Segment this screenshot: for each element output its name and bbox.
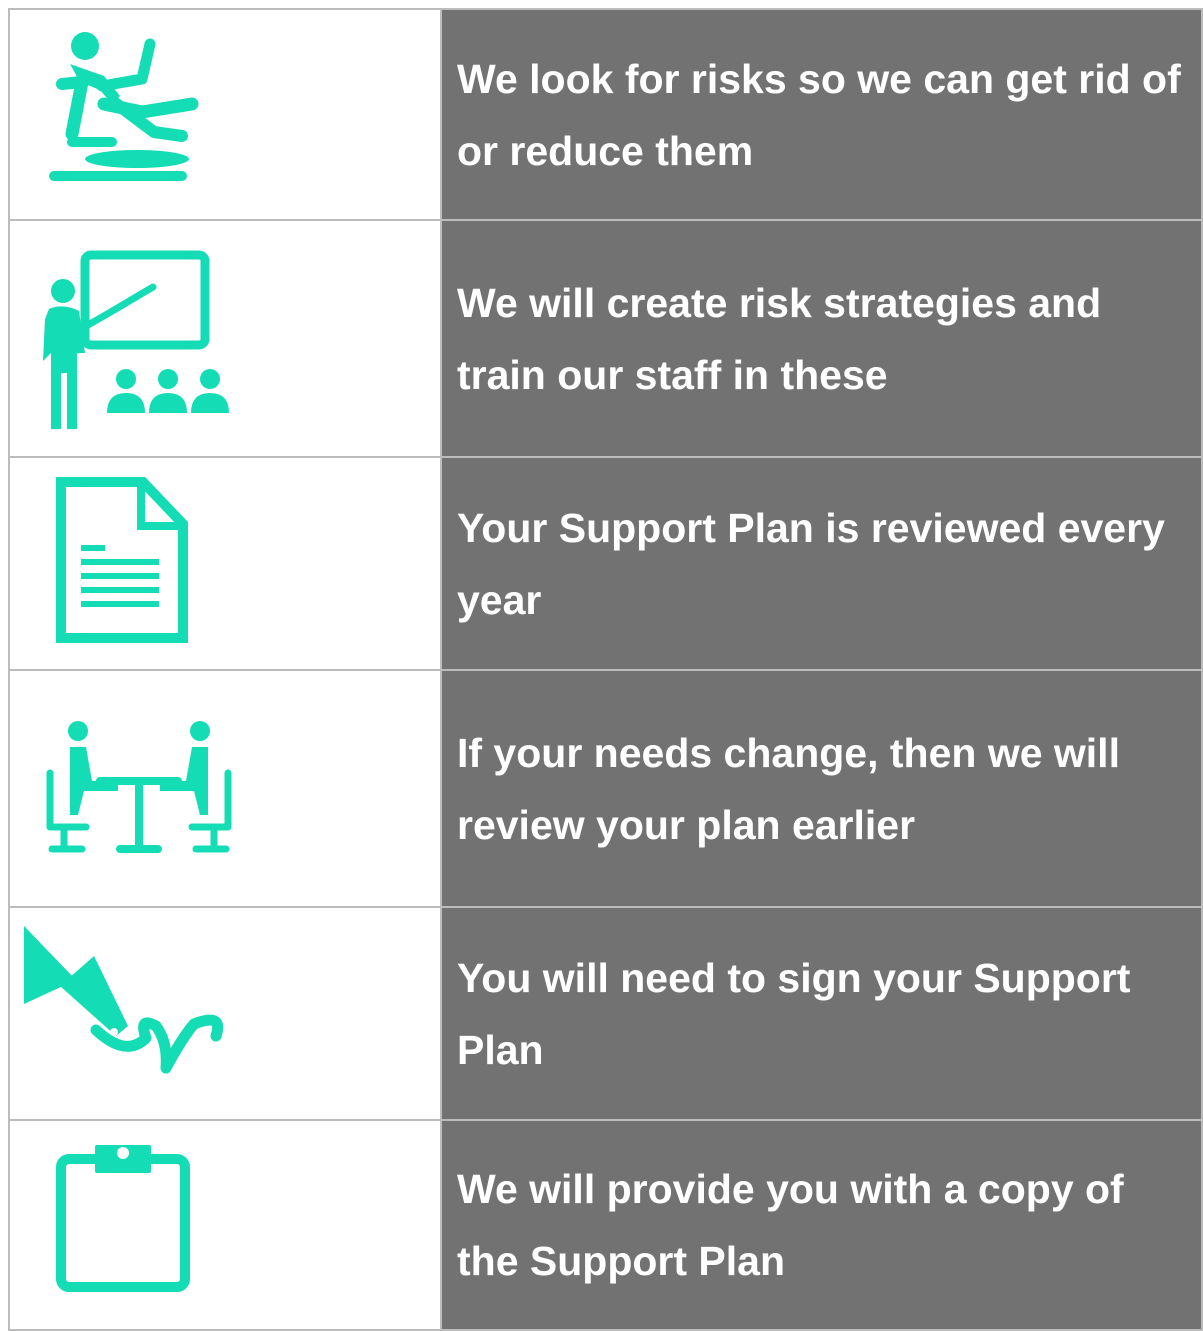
row-text: Your Support Plan is reviewed every year (440, 456, 1203, 671)
person-slipping-icon (49, 32, 199, 181)
table-row: Your Support Plan is reviewed every year (8, 456, 1203, 671)
teacher-training-icon (43, 250, 229, 429)
icon-cell (8, 906, 442, 1121)
meeting-table-icon (46, 721, 232, 853)
row-text: We will create risk strategies and train… (440, 219, 1203, 458)
table-row: We will create risk strategies and train… (8, 219, 1203, 458)
fountain-pen-signature-icon (24, 926, 224, 1074)
table-row: If your needs change, then we will revie… (8, 669, 1203, 908)
document-icon (56, 477, 188, 643)
table-row: You will need to sign your Support Plan (8, 906, 1203, 1121)
icon-cell (8, 1119, 442, 1331)
support-plan-table: We look for risks so we can get rid of o… (8, 8, 1203, 1331)
table-row: We look for risks so we can get rid of o… (8, 8, 1203, 221)
row-text: We look for risks so we can get rid of o… (440, 8, 1203, 221)
row-text: We will provide you with a copy of the S… (440, 1119, 1203, 1331)
table-row: We will provide you with a copy of the S… (8, 1119, 1203, 1331)
icon-cell (8, 219, 442, 458)
row-text: You will need to sign your Support Plan (440, 906, 1203, 1121)
icon-cell (8, 8, 442, 221)
icon-cell (8, 669, 442, 908)
icon-cell (8, 456, 442, 671)
clipboard-icon (56, 1145, 190, 1292)
row-text: If your needs change, then we will revie… (440, 669, 1203, 908)
